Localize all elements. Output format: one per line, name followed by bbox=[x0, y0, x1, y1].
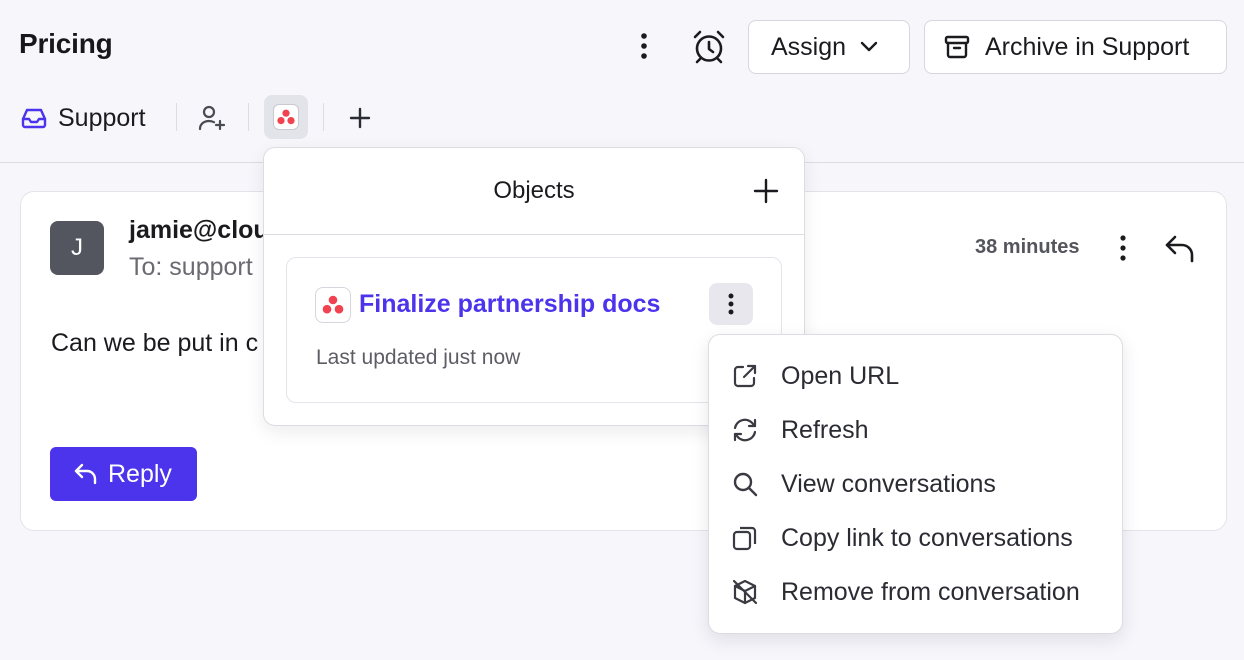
page-title: Pricing bbox=[19, 28, 113, 59]
add-participant-button[interactable] bbox=[192, 98, 232, 138]
asana-app-button[interactable] bbox=[264, 95, 308, 139]
object-options-button[interactable] bbox=[709, 283, 753, 325]
snooze-button[interactable] bbox=[688, 26, 730, 68]
message-body: Can we be put in c bbox=[51, 329, 259, 357]
menu-item-open-url[interactable]: Open URL bbox=[730, 354, 1110, 398]
kebab-icon bbox=[728, 293, 734, 315]
external-link-icon bbox=[730, 361, 760, 391]
message-options-button[interactable] bbox=[1106, 230, 1140, 266]
divider bbox=[176, 103, 177, 131]
remove-box-icon bbox=[730, 577, 760, 607]
object-last-updated: Last updated just now bbox=[316, 346, 521, 369]
menu-item-refresh[interactable]: Refresh bbox=[730, 408, 1110, 452]
archive-label: Archive in Support bbox=[985, 32, 1190, 61]
archive-button[interactable]: Archive in Support bbox=[924, 20, 1227, 74]
add-app-button[interactable] bbox=[340, 98, 380, 138]
sender-email: jamie@clou bbox=[129, 216, 269, 244]
plus-icon bbox=[753, 178, 779, 204]
alarm-clock-icon bbox=[693, 30, 725, 64]
object-title-link[interactable]: Finalize partnership docs bbox=[359, 290, 660, 319]
divider bbox=[248, 103, 249, 131]
asana-logo-frame bbox=[315, 287, 351, 323]
assign-dropdown[interactable]: Assign bbox=[748, 20, 910, 74]
inbox-tag[interactable]: Support bbox=[20, 100, 146, 136]
asana-icon bbox=[277, 109, 295, 125]
menu-item-label: Copy link to conversations bbox=[781, 523, 1073, 552]
inbox-icon bbox=[21, 108, 47, 129]
menu-item-label: Remove from conversation bbox=[781, 577, 1080, 606]
divider bbox=[264, 234, 804, 235]
more-options-button[interactable] bbox=[626, 28, 662, 64]
add-object-button[interactable] bbox=[747, 172, 785, 210]
inbox-label: Support bbox=[58, 103, 146, 132]
reply-button[interactable]: Reply bbox=[50, 447, 197, 501]
reply-icon bbox=[1165, 235, 1194, 263]
popover-title: Objects bbox=[493, 177, 575, 204]
message-timestamp: 38 minutes bbox=[975, 236, 1080, 258]
menu-item-label: Open URL bbox=[781, 361, 900, 390]
reply-label: Reply bbox=[108, 459, 172, 488]
refresh-icon bbox=[730, 415, 760, 445]
menu-item-copy-link[interactable]: Copy link to conversations bbox=[730, 516, 1110, 560]
search-icon bbox=[730, 469, 760, 499]
divider bbox=[323, 103, 324, 131]
menu-item-label: Refresh bbox=[781, 415, 869, 444]
reply-icon bbox=[74, 463, 97, 485]
archive-icon bbox=[944, 35, 970, 59]
reply-icon-button[interactable] bbox=[1160, 229, 1200, 269]
kebab-icon bbox=[641, 33, 647, 59]
menu-item-remove[interactable]: Remove from conversation bbox=[730, 570, 1110, 614]
kebab-icon bbox=[1120, 235, 1126, 261]
menu-item-label: View conversations bbox=[781, 469, 996, 498]
asana-logo-frame bbox=[273, 104, 299, 130]
plus-icon bbox=[349, 107, 371, 129]
copy-icon bbox=[730, 523, 760, 553]
avatar: J bbox=[50, 221, 104, 275]
user-plus-icon bbox=[198, 105, 226, 131]
assign-label: Assign bbox=[771, 32, 847, 61]
menu-item-view-conversations[interactable]: View conversations bbox=[730, 462, 1110, 506]
asana-icon bbox=[322, 295, 344, 314]
chevron-down-icon bbox=[860, 41, 878, 52]
recipient-line: To: support bbox=[129, 253, 253, 281]
